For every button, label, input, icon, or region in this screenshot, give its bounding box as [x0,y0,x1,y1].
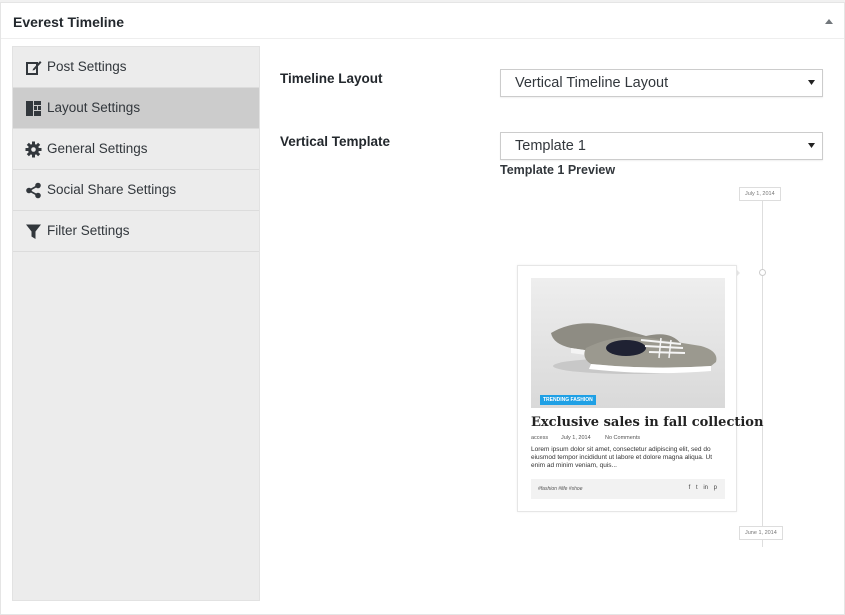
template-preview-title: Template 1 Preview [500,163,616,177]
sidebar-item-label: Layout Settings [47,100,141,115]
facebook-icon: f [688,485,691,491]
preview-card: TRENDING FASHION Exclusive sales in fall… [517,265,763,512]
chevron-down-icon [807,141,816,150]
vertical-template-value: Template 1 [515,138,586,154]
sidebar-item-label: Filter Settings [47,223,130,238]
card-author: access [531,435,549,441]
filter-icon [25,223,42,240]
sidebar-item-social-share-settings[interactable]: Social Share Settings [13,170,259,211]
card-title: Exclusive sales in fall collection [531,415,764,430]
linkedin-icon: in [703,485,708,491]
sidebar-item-label: Post Settings [47,59,127,74]
sidebar-item-filter-settings[interactable]: Filter Settings [13,211,259,252]
social-icons: f t in p [685,485,717,491]
sidebar-item-general-settings[interactable]: General Settings [13,129,259,170]
collapse-toggle-icon[interactable] [824,16,834,26]
gear-icon [25,141,42,158]
sidebar-item-layout-settings[interactable]: Layout Settings [13,88,259,129]
card-comments: No Comments [605,435,641,441]
chevron-down-icon [807,78,816,87]
vertical-template-label: Vertical Template [280,134,391,149]
twitter-icon: t [695,485,698,491]
timeline-layout-select[interactable]: Vertical Timeline Layout [500,69,823,97]
card-tags: #fashion #life #shoe [538,486,583,492]
sidebar-item-post-settings[interactable]: Post Settings [13,47,259,88]
timeline-layout-label: Timeline Layout [280,71,383,86]
edit-icon [25,59,42,76]
layout-icon [25,100,42,117]
vertical-template-select[interactable]: Template 1 [500,132,823,160]
shoe-image [531,278,725,408]
card-excerpt: Lorem ipsum dolor sit amet, consectetur … [531,446,713,469]
metabox-header[interactable]: Everest Timeline [1,3,844,39]
card-footer: #fashion #life #shoe f t in p [531,479,725,499]
sidebar-item-label: Social Share Settings [47,182,177,197]
share-icon [25,182,42,199]
timeline-layout-value: Vertical Timeline Layout [515,75,669,91]
category-badge: TRENDING FASHION [540,395,596,405]
settings-sidebar: Post Settings Layout Settings General Se… [12,46,260,601]
timeline-date-top: July 1, 2014 [739,187,781,201]
timeline-date-bottom: June 1, 2014 [739,526,783,540]
card-date: July 1, 2014 [561,435,591,441]
timeline-dot [759,269,766,276]
metabox-title: Everest Timeline [13,14,125,30]
pinterest-icon: p [713,485,717,491]
timeline-line [762,199,763,547]
sidebar-item-label: General Settings [47,141,148,156]
